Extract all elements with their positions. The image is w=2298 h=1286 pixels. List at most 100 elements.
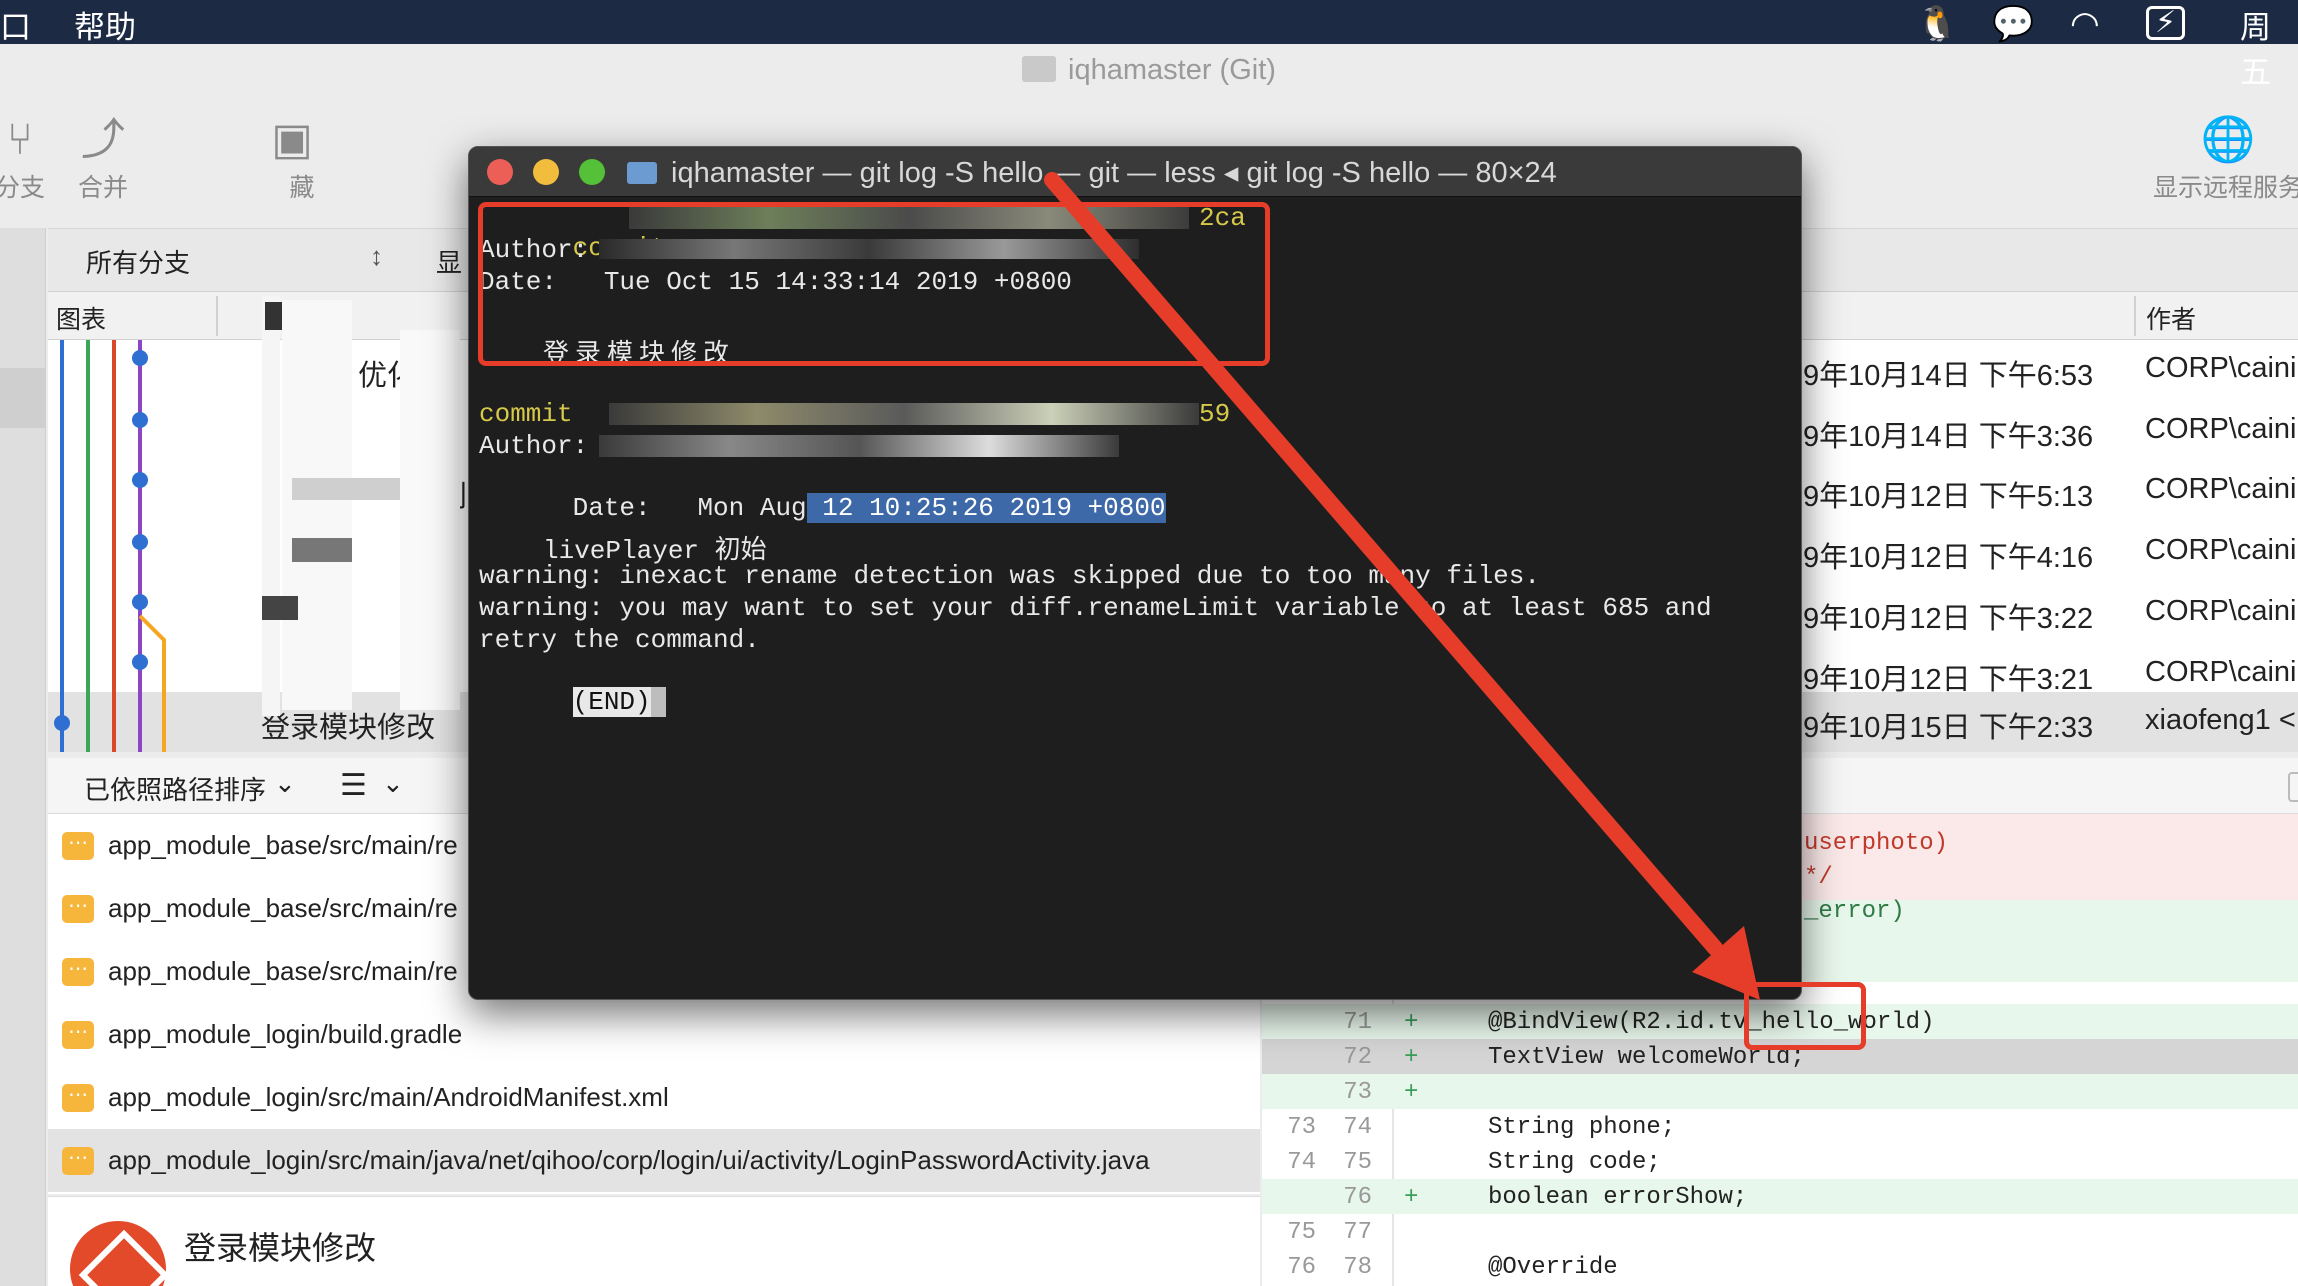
warning-line: warning: you may want to set your diff.r… bbox=[479, 593, 1712, 623]
globe-icon: 🌐 bbox=[2200, 115, 2256, 164]
branch-label: 分支 bbox=[0, 174, 45, 202]
history-date: 9年10月14日 下午3:36 bbox=[1803, 421, 2094, 453]
chevron-down-icon[interactable]: ⌄ bbox=[382, 768, 404, 799]
diff-mark: + bbox=[1404, 1044, 1419, 1071]
terminal-title-bar[interactable]: iqhamaster — git log -S hello — git — le… bbox=[469, 147, 1801, 197]
new-line-number: 71 bbox=[1343, 1009, 1372, 1036]
window-title: iqhamaster (Git) bbox=[1068, 54, 1276, 86]
new-line-number: 73 bbox=[1343, 1079, 1372, 1106]
file-path: app_module_base/src/main/re bbox=[108, 893, 458, 923]
menu-item-window[interactable]: 口 bbox=[0, 2, 31, 47]
redaction-smudge bbox=[292, 478, 402, 500]
show-remote-button[interactable]: 🌐 显示远程服务 bbox=[2148, 112, 2298, 204]
sidebar-selected-item[interactable] bbox=[0, 368, 46, 428]
history-author: CORP\caini bbox=[2145, 656, 2297, 688]
window-title-bar: iqhamaster (Git) bbox=[0, 44, 2298, 100]
branch-button[interactable]: ⑂ 分支 bbox=[0, 112, 50, 204]
history-date: 9年10月12日 下午5:13 bbox=[1803, 481, 2094, 513]
new-line-number: 76 bbox=[1343, 1184, 1372, 1211]
folder-icon bbox=[1022, 56, 1057, 82]
diff-line[interactable]: 74 75 String code; bbox=[1262, 1144, 2298, 1179]
wechat-icon[interactable]: 💬 bbox=[1992, 4, 2034, 44]
wifi-icon[interactable]: ◠ bbox=[2070, 4, 2100, 44]
redaction-smudge bbox=[292, 538, 352, 562]
select-arrows-icon[interactable]: ↕ bbox=[370, 241, 383, 272]
modified-file-icon: ⋯ bbox=[62, 832, 94, 860]
column-divider[interactable] bbox=[216, 296, 218, 336]
column-author[interactable]: 作者 bbox=[2146, 300, 2196, 336]
file-row[interactable]: ⋯ app_module_login/build.gradle bbox=[48, 1003, 1260, 1066]
stash-icon: ▣ bbox=[271, 115, 313, 164]
menu-bar: 口 帮助 🐧 💬 ◠ ⚡ 周五 bbox=[0, 0, 2298, 90]
zoom-button[interactable] bbox=[579, 159, 605, 185]
list-view-icon[interactable]: ☰ bbox=[340, 768, 367, 803]
chevron-down-icon[interactable]: ⌄ bbox=[274, 768, 296, 799]
file-path: app_module_login/src/main/AndroidManifes… bbox=[108, 1082, 669, 1112]
merge-label: 合并 bbox=[77, 174, 128, 202]
stash-button[interactable]: ▣ 藏 bbox=[262, 112, 322, 204]
commit-hash-tail: 59 bbox=[1199, 399, 1231, 429]
diff-code: boolean errorShow; bbox=[1488, 1184, 1748, 1211]
sort-by-path-select[interactable]: 已依照路径排序 bbox=[84, 770, 266, 807]
diff-options-button[interactable] bbox=[2288, 772, 2298, 802]
sidebar bbox=[0, 228, 46, 1286]
diff-line[interactable]: 73 + bbox=[1262, 1074, 2298, 1109]
file-path: app_module_base/src/main/re bbox=[108, 956, 458, 986]
history-author: xiaofeng1 < bbox=[2145, 704, 2296, 736]
modified-file-icon: ⋯ bbox=[62, 1084, 94, 1112]
warning-line: retry the command. bbox=[479, 625, 760, 655]
modified-file-icon: ⋯ bbox=[62, 1147, 94, 1175]
history-author: CORP\caini bbox=[2145, 595, 2297, 627]
old-line-number: 74 bbox=[1287, 1149, 1316, 1176]
commit-graph bbox=[54, 340, 166, 752]
show-filter-label[interactable]: 显 bbox=[436, 243, 462, 280]
history-date: 9年10月14日 下午6:53 bbox=[1803, 360, 2094, 392]
pager-end-line: (END) bbox=[479, 657, 667, 717]
close-button[interactable] bbox=[487, 159, 513, 185]
merge-button[interactable]: ⤴ 合并 bbox=[68, 112, 138, 204]
minimize-button[interactable] bbox=[533, 159, 559, 185]
redaction-smudge bbox=[262, 296, 280, 716]
commit-details-message: 登录模块修改 bbox=[184, 1230, 377, 1266]
diff-code: String code; bbox=[1488, 1149, 1661, 1176]
diff-line[interactable]: 73 74 String phone; bbox=[1262, 1109, 2298, 1144]
file-row[interactable]: ⋯ app_module_login/src/main/AndroidManif… bbox=[48, 1066, 1260, 1129]
selected-text[interactable]: 12 10:25:26 2019 +0800 bbox=[806, 493, 1166, 523]
qq-icon[interactable]: 🐧 bbox=[1916, 4, 1958, 44]
menu-item-help[interactable]: 帮助 bbox=[74, 2, 136, 47]
history-author: CORP\caini bbox=[2145, 352, 2297, 384]
diff-line[interactable]: 75 77 bbox=[1262, 1214, 2298, 1249]
commit-details: 登录模块修改 bbox=[48, 1196, 1260, 1286]
diff-code: String phone; bbox=[1488, 1114, 1676, 1141]
commit-message: livePlayer 初始 bbox=[543, 536, 767, 566]
column-graph[interactable]: 图表 bbox=[56, 300, 106, 336]
diff-code: @BindView(R2.id.tv_hello_world) bbox=[1488, 1009, 1935, 1036]
column-divider[interactable] bbox=[2134, 296, 2136, 336]
new-line-number: 75 bbox=[1343, 1149, 1372, 1176]
modified-file-icon: ⋯ bbox=[62, 895, 94, 923]
new-line-number: 78 bbox=[1343, 1254, 1372, 1281]
diff-fragment: _error) bbox=[1804, 898, 1905, 925]
new-line-number: 72 bbox=[1343, 1044, 1372, 1071]
battery-icon[interactable]: ⚡ bbox=[2146, 6, 2186, 40]
branch-filter-select[interactable]: 所有分支 bbox=[86, 243, 190, 280]
new-line-number: 74 bbox=[1343, 1114, 1372, 1141]
history-date: 9年10月12日 下午3:22 bbox=[1803, 603, 2094, 635]
file-path: app_module_login/src/main/java/net/qihoo… bbox=[108, 1145, 1150, 1175]
history-author: CORP\caini bbox=[2145, 413, 2297, 445]
date-line: Date: Mon Aug 12 10:25:26 2019 +0800 bbox=[479, 463, 1166, 523]
diff-fragment: */ bbox=[1804, 864, 1833, 891]
avatar bbox=[70, 1221, 166, 1286]
redaction-smudge bbox=[262, 596, 298, 620]
old-line-number: 73 bbox=[1287, 1114, 1316, 1141]
annotation-box bbox=[478, 202, 1270, 366]
file-path: app_module_base/src/main/re bbox=[108, 830, 458, 860]
file-row-selected[interactable]: ⋯ app_module_login/src/main/java/net/qih… bbox=[48, 1129, 1260, 1192]
warning-line: warning: inexact rename detection was sk… bbox=[479, 561, 1540, 591]
diff-code: @Override bbox=[1488, 1254, 1618, 1281]
diff-line[interactable]: 76 78 @Override bbox=[1262, 1249, 2298, 1284]
diff-line[interactable]: 76 + boolean errorShow; bbox=[1262, 1179, 2298, 1214]
history-author: CORP\caini bbox=[2145, 534, 2297, 566]
file-path: app_module_login/build.gradle bbox=[108, 1019, 463, 1049]
annotation-box bbox=[1744, 982, 1866, 1050]
